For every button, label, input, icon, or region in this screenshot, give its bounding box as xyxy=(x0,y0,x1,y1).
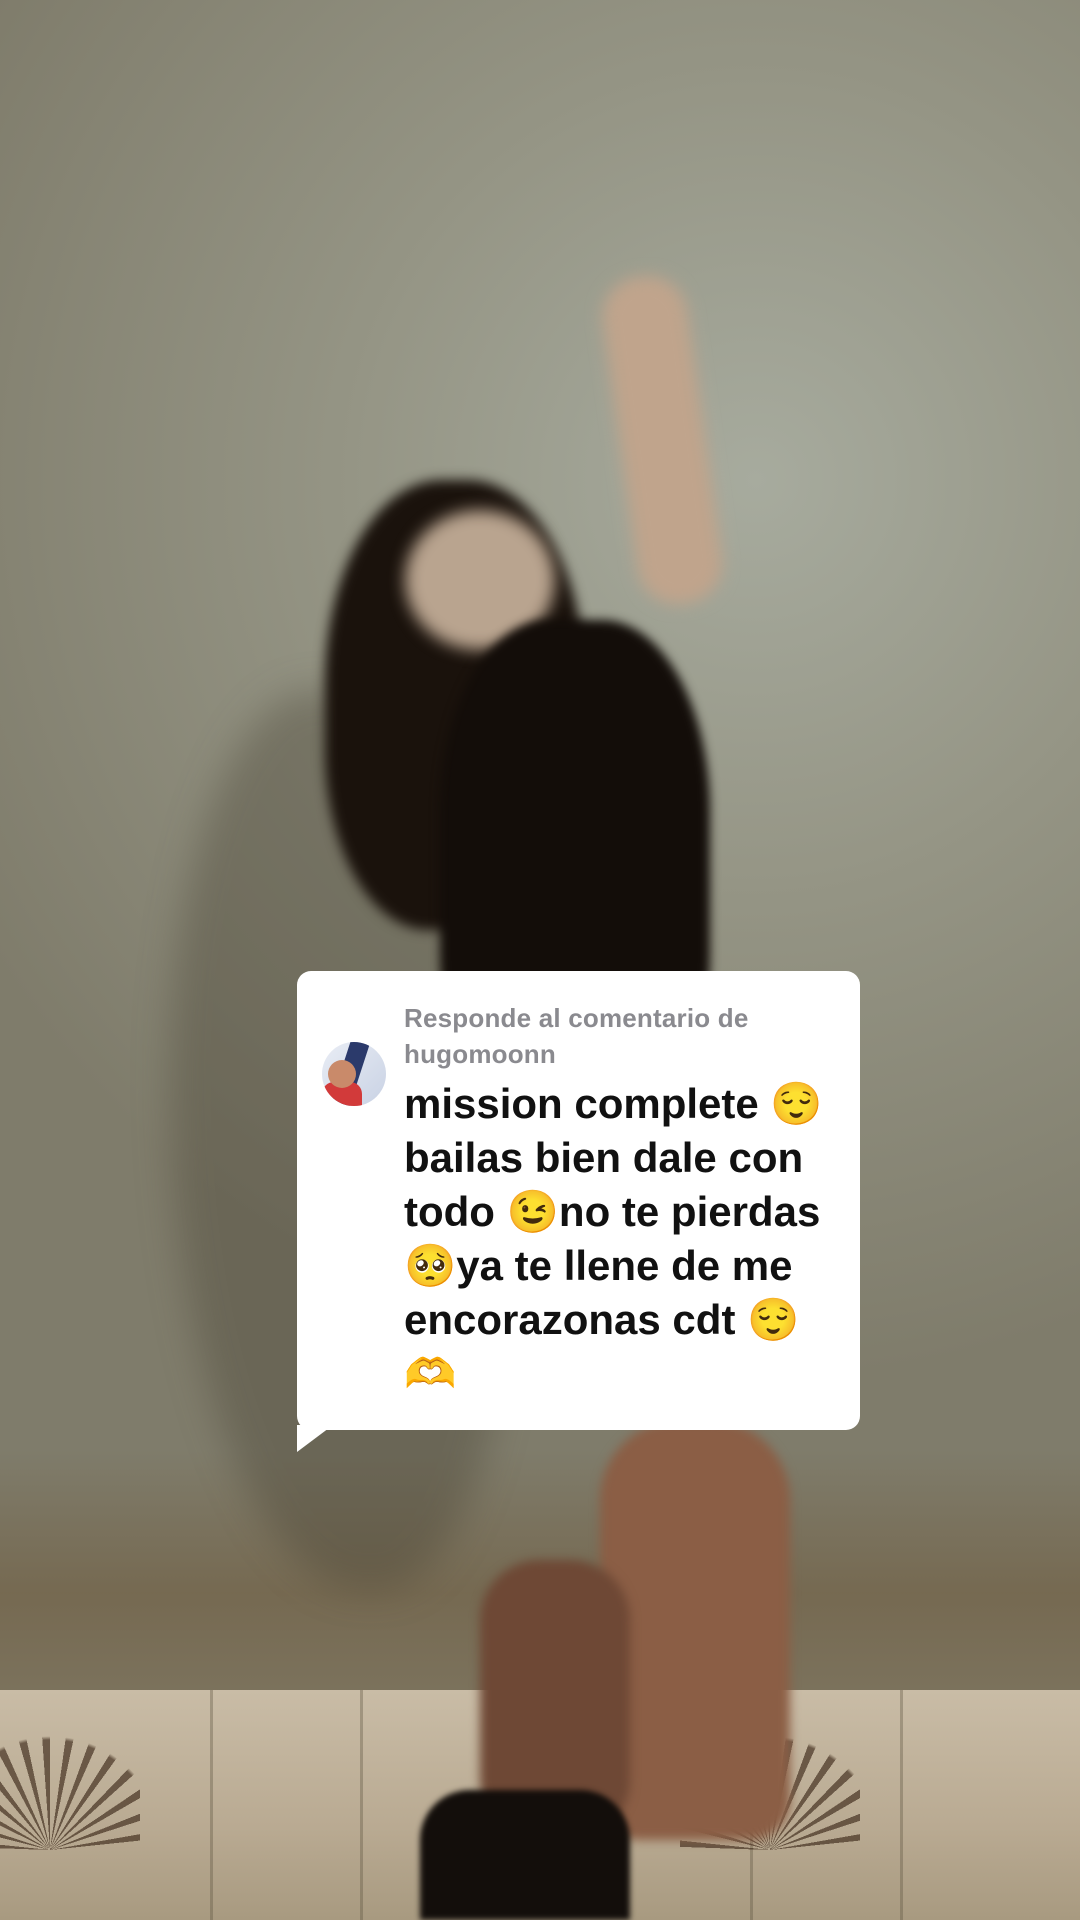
reply-label: Responde al comentario de xyxy=(404,1003,749,1033)
video-screen[interactable]: Responde al comentario de hugomoonn miss… xyxy=(0,0,1080,1920)
dancer-boot xyxy=(420,1790,630,1920)
plant-decoration xyxy=(0,1690,140,1850)
commenter-avatar[interactable] xyxy=(322,1042,386,1106)
avatar-face xyxy=(328,1060,356,1088)
floor-tile-line xyxy=(900,1690,903,1920)
sticker-tail xyxy=(297,1425,333,1452)
floor-tile-line xyxy=(360,1690,363,1920)
comment-text: mission complete 😌 bailas bien dale con … xyxy=(404,1080,823,1397)
reply-header: Responde al comentario de hugomoonn xyxy=(404,1000,844,1072)
floor-tile-line xyxy=(210,1690,213,1920)
commenter-username[interactable]: hugomoonn xyxy=(404,1036,844,1072)
